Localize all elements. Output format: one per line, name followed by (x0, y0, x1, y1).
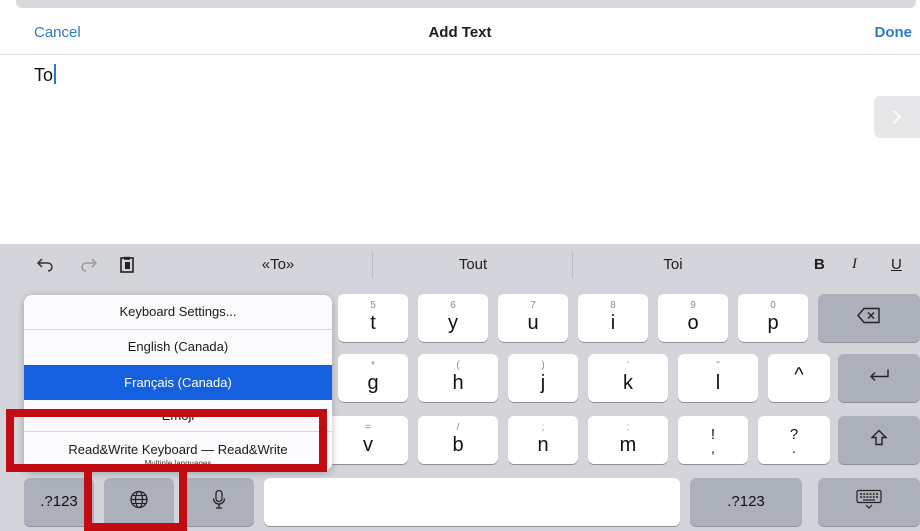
return-icon (868, 369, 890, 388)
key-k[interactable]: ' k (588, 354, 668, 402)
microphone-icon (212, 489, 226, 515)
highlight-box-globe (84, 464, 187, 531)
text-input[interactable]: To (34, 64, 57, 86)
menu-item-english-canada[interactable]: English (Canada) (24, 330, 332, 364)
shift-icon (870, 429, 888, 452)
key-v[interactable]: = v (328, 416, 408, 464)
backspace-button[interactable] (818, 294, 920, 342)
return-button[interactable] (838, 354, 920, 402)
key-l[interactable]: " l (678, 354, 758, 402)
key-g[interactable]: * g (338, 354, 408, 402)
key-t[interactable]: 5t (338, 294, 408, 342)
key-b[interactable]: / b (418, 416, 498, 464)
key-i[interactable]: 8i (578, 294, 648, 342)
key-n[interactable]: ; n (508, 416, 578, 464)
key-circumflex[interactable]: ^ (768, 354, 830, 402)
done-button[interactable]: Done (875, 24, 913, 41)
suggestion-3[interactable]: Toi (578, 256, 768, 273)
backspace-icon (857, 307, 881, 329)
bold-button[interactable]: B (814, 256, 825, 273)
suggestion-divider (572, 252, 573, 278)
space-bar[interactable] (264, 478, 680, 526)
keyboard-icon (856, 489, 882, 515)
key-u[interactable]: 7u (498, 294, 568, 342)
menu-item-francais-canada[interactable]: Français (Canada) (24, 365, 332, 400)
chevron-right-icon (893, 110, 902, 124)
italic-button[interactable]: I (852, 256, 857, 273)
underline-button[interactable]: U (891, 256, 902, 273)
key-o[interactable]: 9o (658, 294, 728, 342)
redo-icon[interactable] (80, 256, 98, 277)
menu-item-keyboard-settings[interactable]: Keyboard Settings... (24, 295, 332, 329)
text-input-value: To (34, 65, 54, 85)
key-y[interactable]: 6y (418, 294, 488, 342)
key-p[interactable]: 0p (738, 294, 808, 342)
numbers-right-button[interactable]: .?123 (690, 478, 802, 526)
text-cursor (54, 64, 57, 84)
suggestion-1[interactable]: «To» (190, 256, 366, 273)
predictive-bar: «To» Tout Toi B I U (0, 244, 920, 286)
suggestion-divider (372, 252, 373, 278)
key-period[interactable]: ?. (758, 416, 830, 464)
sheet-top-edge (0, 0, 920, 8)
key-m[interactable]: :m (588, 416, 668, 464)
shift-button[interactable] (838, 416, 920, 464)
key-j[interactable]: ) j (508, 354, 578, 402)
key-h[interactable]: (h (418, 354, 498, 402)
navigation-bar: Cancel Add Text Done (0, 8, 920, 55)
key-comma[interactable]: !, (678, 416, 748, 464)
suggestion-2[interactable]: Tout (378, 256, 568, 273)
paste-icon[interactable] (118, 256, 136, 279)
undo-icon[interactable] (36, 256, 54, 277)
dismiss-keyboard-button[interactable] (818, 478, 920, 526)
page-title: Add Text (428, 24, 492, 41)
dictation-button[interactable] (184, 478, 254, 526)
highlight-box-readwrite (6, 409, 327, 472)
next-arrow-button[interactable] (874, 96, 920, 138)
